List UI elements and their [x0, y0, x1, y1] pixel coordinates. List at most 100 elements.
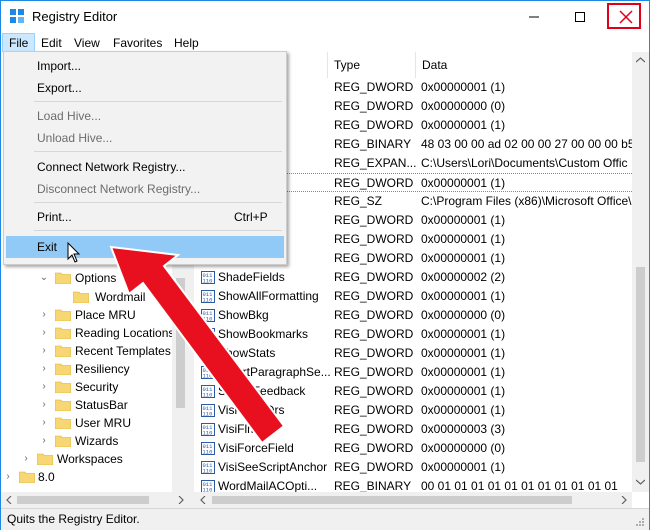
value-data: C:\Program Files (x86)\Microsoft Office\: [421, 194, 632, 208]
value-type: REG_BINARY: [334, 137, 412, 151]
value-row[interactable]: 011 110 ShowStats REG_DWORD 0x00000001 (1): [194, 344, 634, 363]
menu-item-disconnect-network-registry: Disconnect Network Registry...: [37, 182, 201, 196]
menu-item-unload-hive: Unload Hive...: [37, 131, 113, 145]
tree-item-label: User MRU: [75, 416, 131, 430]
registry-editor-window: Registry Editor File Edit View Favorites…: [0, 0, 650, 530]
maximize-button[interactable]: [557, 1, 603, 32]
menu-view[interactable]: View: [68, 34, 106, 52]
value-data: 0x00000000 (0): [421, 441, 506, 455]
value-data: 0x00000001 (1): [421, 460, 506, 474]
print-shortcut: Ctrl+P: [234, 210, 268, 224]
values-vertical-scrollbar[interactable]: [632, 52, 649, 492]
menu-item-import[interactable]: Import...: [6, 55, 284, 77]
value-data: 0x00000003 (3): [421, 422, 506, 436]
svg-text:110: 110: [203, 373, 213, 380]
value-row[interactable]: 011 110 ShowAllFormatting REG_DWORD 0x000000…: [194, 287, 634, 306]
tree-expander[interactable]: ›: [39, 324, 49, 342]
tree-scroll-thumb[interactable]: [176, 278, 185, 408]
tree-horizontal-scrollbar[interactable]: [1, 492, 189, 508]
menu-bar: File Edit View Favorites Help: [1, 32, 649, 53]
value-row[interactable]: 011 110 VisiFlm REG_DWORD 0x00000003 (3): [194, 420, 634, 439]
value-row[interactable]: 011 110 VisiSeeScriptAnchor REG_DWORD 0x0000…: [194, 458, 634, 477]
menu-item-connect-network-registry[interactable]: Connect Network Registry...: [6, 156, 284, 178]
scroll-left-icon[interactable]: [5, 496, 13, 504]
menu-separator: [34, 202, 282, 203]
binary-value-icon: 011110: [201, 309, 215, 322]
scroll-down-icon[interactable]: [636, 479, 645, 485]
tree-expander[interactable]: ›: [39, 396, 49, 414]
svg-text:110: 110: [203, 411, 213, 418]
folder-icon: [55, 345, 71, 357]
value-row[interactable]: 011 110 SmartParagraphSe... REG_DWORD 0x0000…: [194, 363, 634, 382]
binary-value-icon: 011110: [201, 366, 215, 379]
values-scroll-thumb[interactable]: [636, 267, 645, 462]
menu-edit[interactable]: Edit: [35, 34, 68, 52]
binary-value-icon: 011110: [201, 290, 215, 303]
tree-expander[interactable]: ⌄: [39, 269, 49, 287]
value-row[interactable]: 011 110 ShadeFields REG_DWORD 0x00000002 (2): [194, 268, 634, 287]
binary-value-icon: 011110: [201, 347, 215, 360]
tree-expander[interactable]: ›: [39, 414, 49, 432]
tree-expander[interactable]: ›: [39, 306, 49, 324]
value-name: VisiSeeScriptAnchor: [218, 460, 328, 474]
svg-text:110: 110: [203, 335, 213, 342]
value-data: 48 03 00 00 ad 02 00 00 27 00 00 00 b5 0…: [421, 137, 649, 151]
value-name: VisiTableDrs: [218, 403, 285, 417]
svg-text:110: 110: [203, 430, 213, 437]
folder-icon: [55, 381, 71, 393]
value-type: REG_DWORD: [334, 251, 414, 265]
tree-expander[interactable]: ›: [21, 450, 31, 468]
svg-text:110: 110: [203, 449, 213, 456]
scroll-right-icon[interactable]: [620, 496, 628, 504]
value-data: 0x00000001 (1): [421, 384, 506, 398]
column-header-data[interactable]: Data: [416, 52, 636, 78]
value-type: REG_DWORD: [334, 384, 414, 398]
resize-grip-icon[interactable]: [635, 517, 645, 527]
values-horizontal-scrollbar[interactable]: [194, 492, 632, 508]
value-row[interactable]: 011 110 ShowBkg REG_DWORD 0x00000000 (0): [194, 306, 634, 325]
svg-text:110: 110: [203, 468, 213, 475]
tree-expander[interactable]: ›: [3, 468, 13, 486]
value-data: C:\Users\Lori\Documents\Custom Offic: [421, 156, 628, 170]
scroll-up-icon[interactable]: [636, 57, 645, 63]
value-row[interactable]: 011 110 ShowBookmarks REG_DWORD 0x00000001 (…: [194, 325, 634, 344]
value-type: REG_DWORD: [334, 441, 414, 455]
value-data: 0x00000001 (1): [421, 251, 506, 265]
svg-text:110: 110: [203, 297, 213, 304]
folder-icon: [73, 291, 89, 303]
menu-favorites[interactable]: Favorites: [107, 34, 168, 52]
value-row[interactable]: 011 110 SoundFeedback REG_DWORD 0x00000001 (…: [194, 382, 634, 401]
value-type: REG_DWORD: [334, 308, 414, 322]
value-data: 0x00000001 (1): [421, 403, 506, 417]
menu-item-export[interactable]: Export...: [6, 77, 284, 99]
value-type: REG_SZ: [334, 194, 383, 208]
menu-separator: [34, 151, 282, 152]
menu-item-exit[interactable]: Exit: [6, 236, 284, 258]
value-data: 0x00000001 (1): [421, 176, 506, 190]
value-row[interactable]: 011 110 VisiTableDrs REG_DWORD 0x00000001 (1…: [194, 401, 634, 420]
values-hscroll-thumb[interactable]: [212, 496, 572, 504]
menu-item-print[interactable]: Print... Ctrl+P: [6, 206, 284, 228]
title-bar[interactable]: Registry Editor: [1, 1, 649, 32]
value-type: REG_EXPAN...: [334, 156, 417, 170]
tree-expander[interactable]: ›: [39, 342, 49, 360]
folder-icon: [55, 272, 71, 284]
menu-file[interactable]: File: [2, 33, 36, 53]
tree-expander[interactable]: ›: [39, 360, 49, 378]
scroll-right-icon[interactable]: [177, 496, 185, 504]
scroll-left-icon[interactable]: [199, 496, 207, 504]
minimize-button[interactable]: [511, 1, 557, 32]
binary-value-icon: 011110: [201, 404, 215, 417]
tree-expander[interactable]: ›: [39, 432, 49, 450]
tree-hscroll-thumb[interactable]: [17, 496, 149, 504]
value-type: REG_DWORD: [334, 403, 414, 417]
tree-expander[interactable]: ›: [39, 378, 49, 396]
tree-item-label: Place MRU: [75, 308, 136, 322]
value-row[interactable]: 011 110 VisiForceField REG_DWORD 0x00000000 …: [194, 439, 634, 458]
column-header-type[interactable]: Type: [328, 52, 416, 78]
folder-icon: [37, 453, 53, 465]
folder-icon: [19, 471, 35, 483]
status-text: Quits the Registry Editor.: [7, 512, 140, 526]
value-type: REG_DWORD: [334, 99, 414, 113]
menu-help[interactable]: Help: [168, 34, 205, 52]
